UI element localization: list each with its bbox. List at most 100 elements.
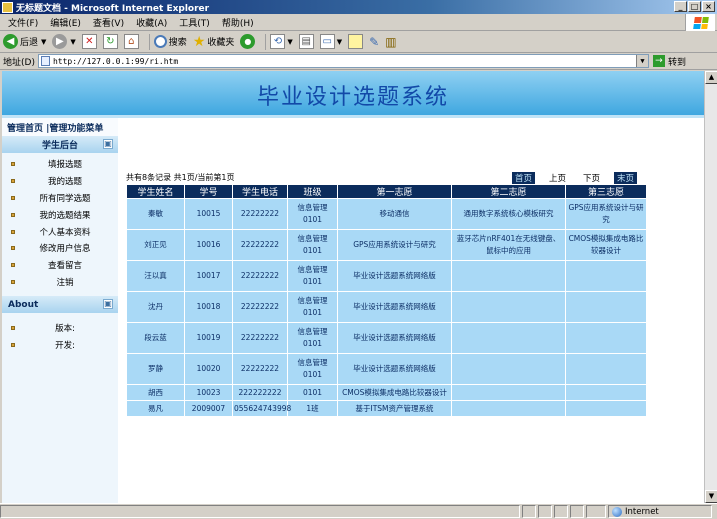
chevron-down-icon: ▼: [70, 37, 76, 46]
ie-page-icon: [2, 1, 13, 13]
last-page-link[interactable]: 末页: [614, 172, 638, 184]
admin-home-links[interactable]: 管理首页 |管理功能菜单: [2, 118, 118, 136]
table-cell: 10020: [184, 353, 233, 385]
table-cell: [565, 353, 647, 385]
table-cell: 秦敏: [126, 198, 185, 230]
table-cell: 毕业设计选题系统网络版: [337, 353, 452, 385]
collapse-icon[interactable]: ▣: [103, 139, 113, 149]
status-slot: [570, 505, 584, 518]
search-button[interactable]: 搜索: [153, 35, 187, 48]
student-section-header[interactable]: 学生后台 ▣: [2, 136, 118, 153]
topic-selection-table: 学生姓名 学号 学生电话 班级 第一志愿 第二志愿 第三志愿 秦敏 10015 …: [126, 184, 647, 417]
window-titlebar: 无标题文档 - Microsoft Internet Explorer _ □ …: [0, 0, 717, 14]
prev-page-link[interactable]: 上页: [549, 172, 566, 184]
table-cell: 22222222: [232, 229, 288, 261]
bullet-icon: [11, 279, 15, 284]
address-input[interactable]: http://127.0.0.1:99/ri.htm ▼: [37, 54, 649, 68]
chevron-down-icon: ▼: [336, 37, 343, 46]
favorites-button[interactable]: ★ 收藏夹: [193, 34, 235, 50]
table-row: 易凡 2009007 055624743998 1班 基于ITSM资产管理系统: [126, 400, 647, 417]
next-page-link[interactable]: 下页: [583, 172, 600, 184]
forward-button[interactable]: ▶ ▼: [52, 34, 76, 49]
table-row: 胡西 10023 222222222 0101 CMOS模拟集成电路比较器设计: [126, 384, 647, 401]
vertical-scrollbar[interactable]: ▲ ▼: [704, 71, 717, 503]
refresh-icon: ↻: [102, 34, 118, 49]
table-cell: 055624743998: [232, 400, 291, 417]
sidebar-item-logout[interactable]: 注销: [2, 274, 118, 291]
address-label: 地址(D): [3, 57, 35, 68]
notes-button[interactable]: [348, 34, 364, 49]
column-header: 班级: [287, 184, 338, 199]
status-slot: [522, 505, 536, 518]
menu-view[interactable]: 查看(V): [93, 16, 124, 29]
column-header: 学号: [184, 184, 233, 199]
media-icon: ●: [240, 34, 256, 49]
back-arrow-icon: ◀: [3, 34, 18, 49]
menu-edit[interactable]: 编辑(E): [50, 16, 81, 29]
note-icon: [348, 34, 364, 49]
sidebar-item-all-topics[interactable]: 所有同学选题: [2, 190, 118, 207]
bullet-icon: [11, 246, 15, 251]
table-cell: 段云蓝: [126, 322, 185, 354]
table-cell: GPS应用系统设计与研究: [337, 229, 452, 261]
table-cell: 2009007: [184, 400, 233, 417]
maximize-button[interactable]: □: [688, 1, 701, 12]
sidebar-item-my-topic[interactable]: 我的选题: [2, 173, 118, 190]
edit-page-icon: ▭: [319, 34, 335, 49]
menu-favorites[interactable]: 收藏(A): [136, 16, 167, 29]
table-cell: 0101: [287, 384, 338, 401]
favorites-label: 收藏夹: [207, 38, 235, 48]
table-row: 刘正见 10016 22222222 信息管理 0101 GPS应用系统设计与研…: [126, 229, 647, 261]
home-button[interactable]: ⌂: [123, 34, 139, 49]
sidebar-item-topic-result[interactable]: 我的选题结果: [2, 206, 118, 223]
table-cell: 10023: [184, 384, 233, 401]
sidebar-item-profile[interactable]: 个人基本资料: [2, 223, 118, 240]
table-cell: 22222222: [232, 322, 288, 354]
history-button[interactable]: ⟲ ▼: [270, 34, 293, 49]
go-button[interactable]: → 转到: [652, 55, 686, 68]
address-dropdown-icon[interactable]: ▼: [635, 55, 648, 67]
close-button[interactable]: ×: [702, 1, 715, 12]
search-icon: [153, 35, 167, 48]
menu-help[interactable]: 帮助(H): [222, 16, 254, 29]
bullet-icon: [11, 195, 15, 200]
print-button[interactable]: ▤: [298, 34, 314, 49]
scroll-down-icon[interactable]: ▼: [705, 490, 717, 503]
about-menu: 版本: 开发:: [2, 313, 118, 353]
go-arrow-icon: →: [652, 55, 665, 67]
statusbar: Internet: [0, 503, 717, 519]
minimize-button[interactable]: _: [674, 1, 687, 12]
edit-button[interactable]: ▭ ▼: [319, 34, 343, 49]
sidebar-item-messages[interactable]: 查看留言: [2, 257, 118, 274]
media-button[interactable]: ●: [240, 34, 256, 49]
research-button[interactable]: ▥: [385, 35, 396, 49]
refresh-button[interactable]: ↻: [102, 34, 118, 49]
menubar: 文件(F) 编辑(E) 查看(V) 收藏(A) 工具(T) 帮助(H): [0, 14, 717, 31]
stop-icon: ✕: [81, 34, 97, 49]
record-count: 共有8条记录 共1页/当前第1页: [126, 173, 235, 182]
main-content: 共有8条记录 共1页/当前第1页 首页 上页 下页 末页 学生姓名 学号 学生电…: [118, 118, 704, 503]
back-button[interactable]: ◀ 后退 ▼: [3, 34, 46, 49]
sidebar-item-edit-user[interactable]: 修改用户信息: [2, 240, 118, 257]
table-cell: 刘正见: [126, 229, 185, 261]
chevron-down-icon: ▼: [287, 37, 293, 46]
sidebar-item-submit-topic[interactable]: 填报选题: [2, 156, 118, 173]
about-section-title: About: [8, 299, 39, 310]
table-cell: [565, 291, 647, 323]
bullet-icon: [11, 212, 15, 217]
menu-tools[interactable]: 工具(T): [179, 16, 210, 29]
table-cell: [451, 291, 566, 323]
collapse-icon[interactable]: ▣: [103, 299, 113, 310]
status-slot: [586, 505, 606, 518]
table-cell: 信息管理 0101: [287, 322, 338, 354]
toolbar: ◀ 后退 ▼ ▶ ▼ ✕ ↻ ⌂ 搜索 ★ 收藏夹 ● ⟲ ▼ ▤ ▭ ▼ ✎: [0, 31, 717, 53]
zone-label: Internet: [625, 506, 659, 517]
table-cell: 222222222: [232, 384, 288, 401]
stop-button[interactable]: ✕: [81, 34, 97, 49]
about-section-header[interactable]: About ▣: [2, 296, 118, 314]
menu-file[interactable]: 文件(F): [8, 16, 38, 29]
scroll-up-icon[interactable]: ▲: [705, 71, 717, 84]
column-header: 第三志愿: [565, 184, 647, 199]
first-page-link[interactable]: 首页: [512, 172, 536, 184]
messenger-button[interactable]: ✎: [369, 35, 379, 49]
